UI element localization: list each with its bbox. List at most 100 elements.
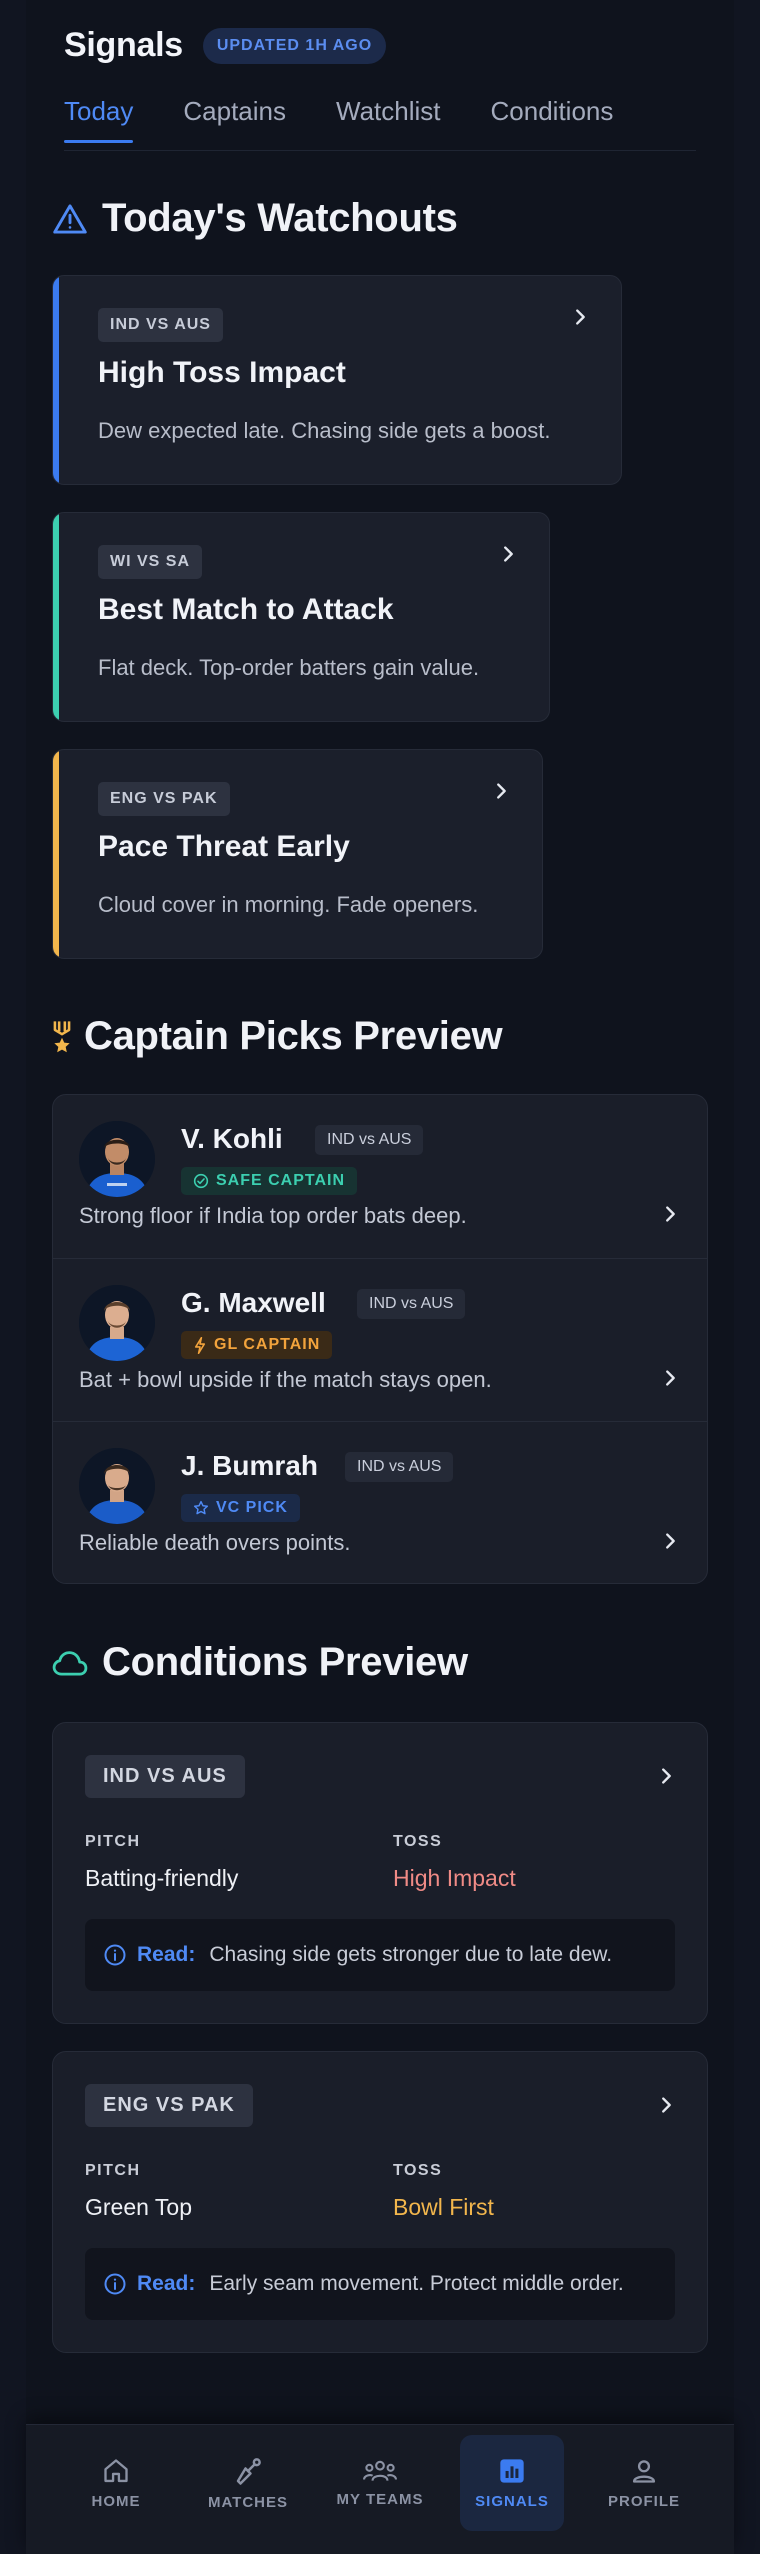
badge-label: SAFE CAPTAIN <box>216 1172 346 1189</box>
watchouts-header: Today's Watchouts <box>52 196 458 241</box>
page-title: Signals <box>64 26 183 64</box>
conditions-card[interactable]: ENG VS PAK PITCH Green Top TOSS Bowl Fir… <box>52 2051 708 2353</box>
captain-badge: GL CAPTAIN <box>181 1331 333 1359</box>
player-name: V. Kohli <box>181 1123 283 1154</box>
match-pill: IND vs AUS <box>345 1452 454 1482</box>
app-screen: Signals UPDATED 1H AGO Today Captains Wa… <box>26 0 734 2554</box>
nav-home[interactable]: HOME <box>64 2435 168 2531</box>
read-note: Read: Early seam movement. Protect middl… <box>85 2248 675 2320</box>
pitch-value: Green Top <box>85 2194 192 2220</box>
tab-captains[interactable]: Captains <box>183 96 286 143</box>
medal-icon <box>53 1020 71 1052</box>
updated-badge: UPDATED 1H AGO <box>202 27 387 64</box>
match-tag: ENG VS PAK <box>85 2084 253 2127</box>
chevron-right-icon <box>666 1370 675 1386</box>
chevron-right-icon <box>504 546 513 562</box>
chevron-right-icon <box>497 783 506 799</box>
badge-label: VC PICK <box>216 1499 288 1516</box>
captains-header: Captain Picks Preview <box>52 1014 503 1059</box>
chevron-right-icon <box>662 1768 671 1784</box>
tab-today[interactable]: Today <box>64 96 134 143</box>
tabs-divider <box>64 150 696 151</box>
read-note: Read: Chasing side gets stronger due to … <box>85 1919 675 1991</box>
watchout-card[interactable]: IND VS AUS High Toss Impact Dew expected… <box>52 275 622 485</box>
nav-signals[interactable]: SIGNALS <box>460 2435 564 2531</box>
nav-label: MY TEAMS <box>336 2490 424 2508</box>
player-avatar <box>79 1448 155 1524</box>
bolt-icon <box>194 1336 206 1354</box>
team-icon <box>363 2460 397 2481</box>
match-tag: ENG VS PAK <box>98 782 230 816</box>
captain-row[interactable]: G. Maxwell IND vs AUS GL CAPTAIN Bat + b… <box>53 1258 707 1421</box>
check-circle-icon <box>193 1173 209 1189</box>
toss-label: TOSS <box>393 1833 443 1850</box>
info-icon <box>104 2273 126 2295</box>
watchout-card[interactable]: WI VS SA Best Match to Attack Flat deck.… <box>52 512 550 722</box>
read-text: Chasing side gets stronger due to late d… <box>209 1943 613 1966</box>
captain-row[interactable]: J. Bumrah IND vs AUS VC PICK Reliable de… <box>53 1421 707 1583</box>
match-pill: IND vs AUS <box>315 1125 424 1155</box>
tab-watchlist[interactable]: Watchlist <box>336 96 441 143</box>
player-avatar <box>79 1285 155 1361</box>
toss-label: TOSS <box>393 2162 443 2179</box>
card-accent <box>53 513 59 721</box>
nav-my-teams[interactable]: MY TEAMS <box>328 2435 432 2531</box>
captain-badge: VC PICK <box>181 1494 300 1522</box>
read-label: Read: <box>137 1943 196 1966</box>
cloud-icon <box>52 1650 88 1675</box>
captain-list: V. Kohli IND vs AUS SAFE CAPTAIN Strong … <box>52 1094 708 1584</box>
header: Signals UPDATED 1H AGO <box>64 26 387 65</box>
pitch-label: PITCH <box>85 2162 141 2179</box>
tab-bar: Today Captains Watchlist Conditions <box>64 96 613 143</box>
star-icon <box>193 1500 209 1515</box>
home-icon <box>104 2458 128 2482</box>
captain-badge: SAFE CAPTAIN <box>181 1167 358 1195</box>
nav-label: SIGNALS <box>475 2492 549 2510</box>
nav-label: HOME <box>91 2492 141 2510</box>
info-icon <box>104 1944 126 1966</box>
toss-value: High Impact <box>393 1865 516 1891</box>
nav-label: MATCHES <box>207 2493 289 2511</box>
read-label: Read: <box>137 2272 196 2295</box>
card-accent <box>53 750 59 958</box>
watchout-card[interactable]: ENG VS PAK Pace Threat Early Cloud cover… <box>52 749 543 959</box>
player-note: Strong floor if India top order bats dee… <box>79 1203 467 1228</box>
nav-matches[interactable]: MATCHES <box>196 2435 300 2531</box>
player-avatar <box>79 1121 155 1197</box>
watchout-desc: Dew expected late. Chasing side gets a b… <box>98 418 551 443</box>
cricket-bat-icon <box>236 2457 261 2485</box>
chevron-right-icon <box>666 1533 675 1549</box>
watchout-title: Pace Threat Early <box>98 830 350 863</box>
watchout-title: Best Match to Attack <box>98 593 394 626</box>
toss-value: Bowl First <box>393 2194 494 2220</box>
warning-icon <box>53 203 87 234</box>
conditions-title: Conditions Preview <box>102 1640 468 1684</box>
match-pill: IND vs AUS <box>357 1289 466 1319</box>
player-note: Bat + bowl upside if the match stays ope… <box>79 1367 492 1392</box>
player-name: J. Bumrah <box>181 1450 318 1481</box>
match-tag: IND VS AUS <box>98 308 223 342</box>
conditions-header: Conditions Preview <box>52 1640 468 1685</box>
chevron-right-icon <box>576 309 585 325</box>
bottom-nav: HOME MATCHES MY TEAMS SIGNALS PROFILE <box>26 2424 734 2554</box>
pitch-label: PITCH <box>85 1833 141 1850</box>
watchout-desc: Cloud cover in morning. Fade openers. <box>98 892 479 917</box>
nav-label: PROFILE <box>607 2492 680 2510</box>
player-name: G. Maxwell <box>181 1287 326 1318</box>
player-note: Reliable death overs points. <box>79 1530 351 1555</box>
watchout-desc: Flat deck. Top-order batters gain value. <box>98 655 480 680</box>
tab-conditions[interactable]: Conditions <box>491 96 614 143</box>
conditions-card[interactable]: IND VS AUS PITCH Batting-friendly TOSS H… <box>52 1722 708 2024</box>
chevron-right-icon <box>662 2097 671 2113</box>
captain-row[interactable]: V. Kohli IND vs AUS SAFE CAPTAIN Strong … <box>53 1095 707 1258</box>
watchouts-title: Today's Watchouts <box>102 196 458 240</box>
nav-profile[interactable]: PROFILE <box>592 2435 696 2531</box>
pitch-value: Batting-friendly <box>85 1865 239 1891</box>
captains-title: Captain Picks Preview <box>84 1014 503 1058</box>
chevron-right-icon <box>666 1206 675 1222</box>
profile-icon <box>632 2459 656 2483</box>
signals-icon <box>500 2458 524 2483</box>
watchout-title: High Toss Impact <box>98 356 346 389</box>
badge-label: GL CAPTAIN <box>214 1336 321 1353</box>
match-tag: IND VS AUS <box>85 1755 245 1798</box>
